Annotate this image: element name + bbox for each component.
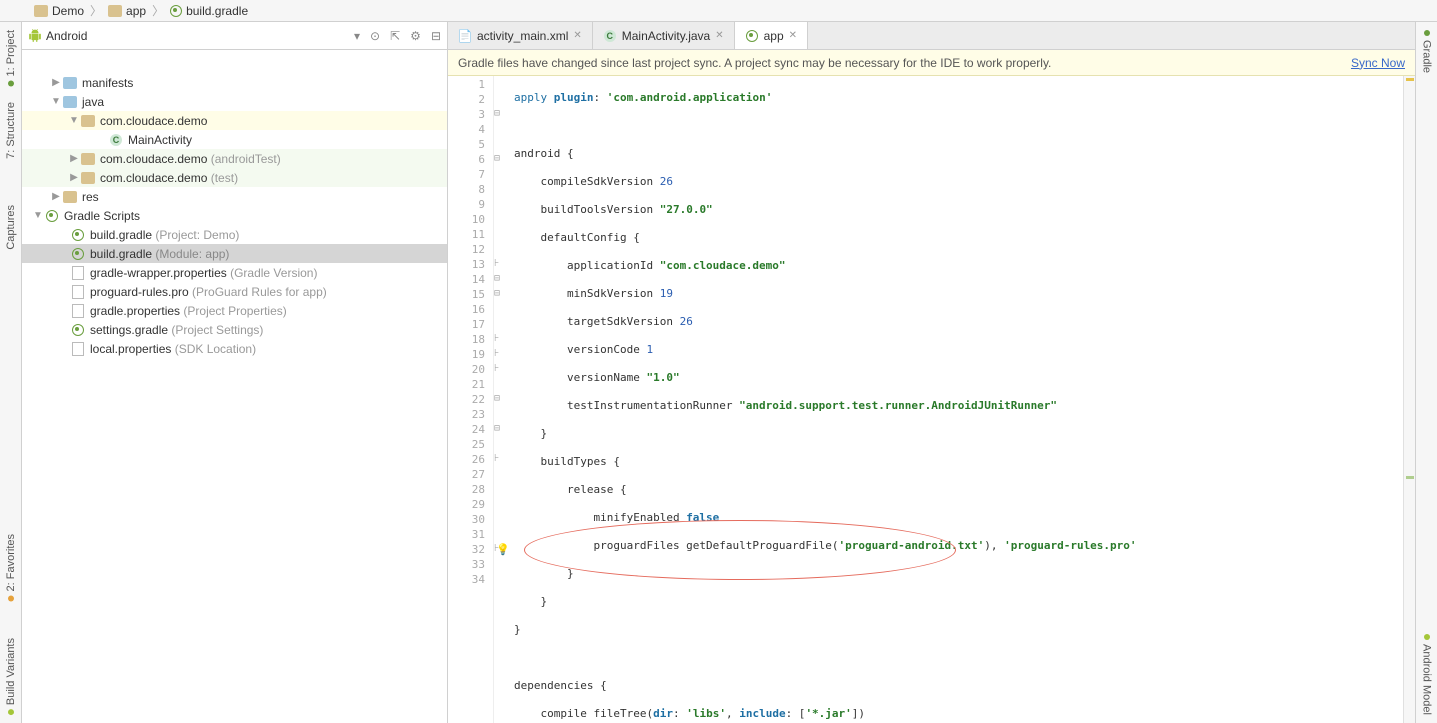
collapse-icon[interactable]: ⊙ xyxy=(370,29,380,43)
tree-java[interactable]: ▼java xyxy=(22,92,447,111)
crumb-build-gradle[interactable]: build.gradle xyxy=(164,4,254,18)
tree-proguard[interactable]: proguard-rules.pro (ProGuard Rules for a… xyxy=(22,282,447,301)
left-tool-tabs: 1: Project 7: Structure Captures 2: Favo… xyxy=(0,22,22,723)
tab-android-model[interactable]: Android Model xyxy=(1421,626,1433,723)
tab-activity-main[interactable]: 📄activity_main.xml✕ xyxy=(448,22,593,49)
gear-icon[interactable]: ⚙ xyxy=(410,29,421,43)
tree-pkg-android-test[interactable]: ▶com.cloudace.demo (androidTest) xyxy=(22,149,447,168)
tree-pkg-test[interactable]: ▶com.cloudace.demo (test) xyxy=(22,168,447,187)
crumb-app[interactable]: app xyxy=(102,4,152,18)
tab-project[interactable]: 1: Project xyxy=(5,22,17,94)
android-icon xyxy=(28,29,42,43)
tab-favorites[interactable]: 2: Favorites xyxy=(5,526,17,609)
panel-header: Android ▾ ⊙ ⇱ ⚙ ⊟ xyxy=(22,22,447,50)
gradle-icon xyxy=(745,29,759,43)
editor-tab-bar: 📄activity_main.xml✕ CMainActivity.java✕ … xyxy=(448,22,1415,50)
tab-app-gradle[interactable]: app✕ xyxy=(735,22,808,49)
hide-icon[interactable]: ⊟ xyxy=(431,29,441,43)
sync-message: Gradle files have changed since last pro… xyxy=(458,56,1351,70)
project-panel: Android ▾ ⊙ ⇱ ⚙ ⊟ ▼app ▶manifests ▼java … xyxy=(22,22,448,723)
code-editor[interactable]: 1234567891011121314151617181920212223242… xyxy=(448,76,1415,723)
sync-now-link[interactable]: Sync Now xyxy=(1351,56,1405,70)
tree-local-properties[interactable]: local.properties (SDK Location) xyxy=(22,339,447,358)
tree-gradle-scripts[interactable]: ▼Gradle Scripts xyxy=(22,206,447,225)
project-tree[interactable]: ▼app ▶manifests ▼java ▼com.cloudace.demo… xyxy=(22,50,447,723)
code-body[interactable]: apply plugin: 'com.android.application' … xyxy=(514,76,1403,723)
right-tool-tabs: Gradle Android Model xyxy=(1415,22,1437,723)
java-icon: C xyxy=(603,29,617,43)
line-gutter: 1234567891011121314151617181920212223242… xyxy=(448,76,494,723)
tab-captures[interactable]: Captures xyxy=(5,197,17,258)
sync-banner: Gradle files have changed since last pro… xyxy=(448,50,1415,76)
tab-build-variants[interactable]: Build Variants xyxy=(5,630,17,723)
breadcrumb: Demo 〉 app 〉 build.gradle xyxy=(0,0,1437,22)
fold-gutter[interactable]: ⊟⊟⊦⊟⊟⊦⊦⊦⊟⊟⊦⊦💡 xyxy=(494,76,514,723)
view-selector[interactable]: Android xyxy=(46,29,354,43)
tree-gradle-properties[interactable]: gradle.properties (Project Properties) xyxy=(22,301,447,320)
tree-res[interactable]: ▶res xyxy=(22,187,447,206)
marker-bar[interactable] xyxy=(1403,76,1415,723)
tree-main-activity[interactable]: CMainActivity xyxy=(22,130,447,149)
crumb-demo[interactable]: Demo xyxy=(28,4,90,18)
close-icon[interactable]: ✕ xyxy=(715,30,723,41)
tab-main-activity[interactable]: CMainActivity.java✕ xyxy=(593,22,735,49)
tree-gradle-wrapper[interactable]: gradle-wrapper.properties (Gradle Versio… xyxy=(22,263,447,282)
tree-manifests[interactable]: ▶manifests xyxy=(22,73,447,92)
xml-icon: 📄 xyxy=(458,29,472,43)
tree-settings-gradle[interactable]: settings.gradle (Project Settings) xyxy=(22,320,447,339)
tab-gradle[interactable]: Gradle xyxy=(1421,22,1433,81)
editor-area: 📄activity_main.xml✕ CMainActivity.java✕ … xyxy=(448,22,1415,723)
locate-icon[interactable]: ⇱ xyxy=(390,29,400,43)
tree-build-gradle-project[interactable]: build.gradle (Project: Demo) xyxy=(22,225,447,244)
tree-pkg-main[interactable]: ▼com.cloudace.demo xyxy=(22,111,447,130)
close-icon[interactable]: ✕ xyxy=(573,30,581,41)
tree-build-gradle-module[interactable]: build.gradle (Module: app) xyxy=(22,244,447,263)
close-icon[interactable]: ✕ xyxy=(789,30,797,41)
tab-structure[interactable]: 7: Structure xyxy=(5,94,17,167)
tree-app[interactable]: ▼app xyxy=(22,54,447,73)
